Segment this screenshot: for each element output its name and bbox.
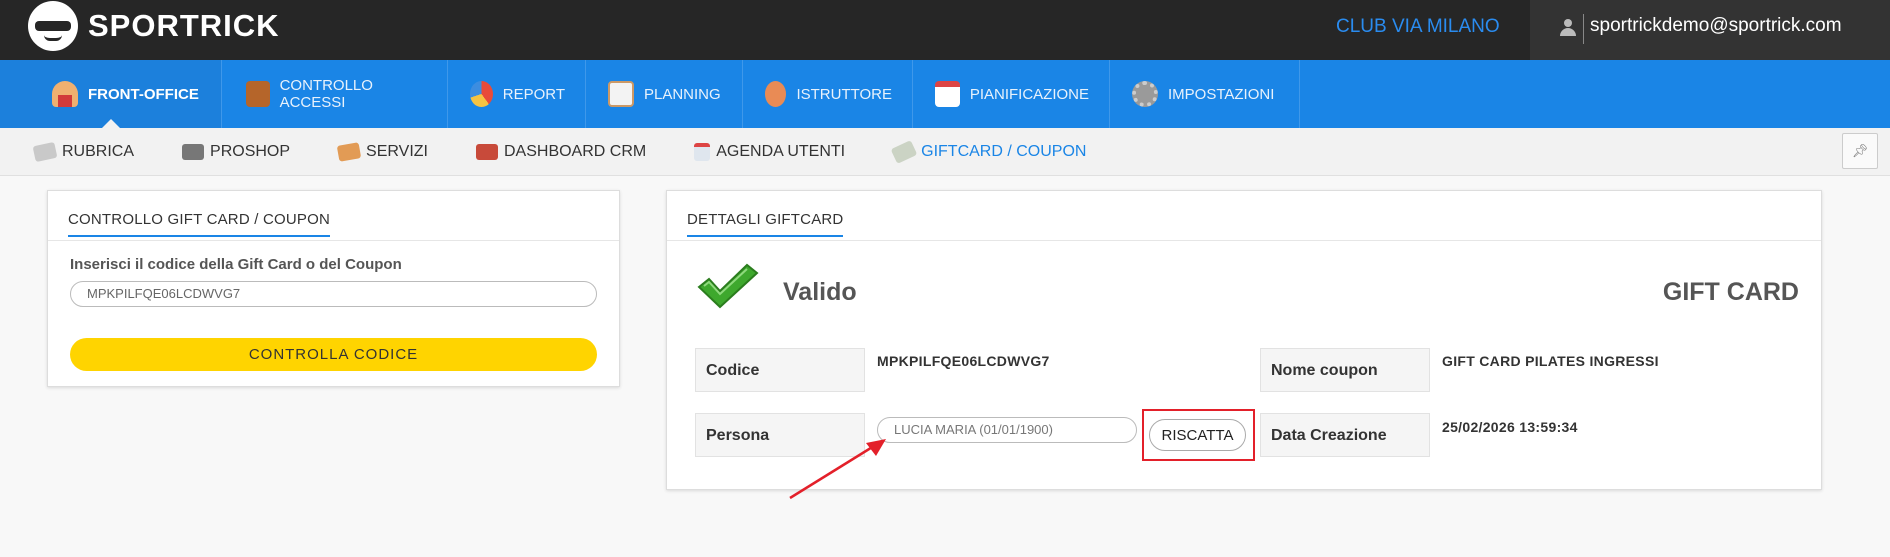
access-control-icon xyxy=(246,81,270,107)
nav-controllo-accessi-label: CONTROLLO ACCESSI xyxy=(279,77,373,111)
nav-impostazioni-label: IMPOSTAZIONI xyxy=(1168,85,1275,103)
nav-front-office[interactable]: FRONT-OFFICE xyxy=(0,60,222,129)
instructor-icon xyxy=(765,81,787,107)
agenda-icon xyxy=(694,142,711,161)
card-type: GIFT CARD xyxy=(1662,278,1799,306)
user-email: sportrickdemo@sportrick.com xyxy=(1590,15,1842,36)
code-label: Inserisci il codice della Gift Card o de… xyxy=(70,256,402,273)
giftcard-icon xyxy=(890,139,918,164)
subnav-agenda-utenti[interactable]: AGENDA UTENTI xyxy=(694,142,846,161)
data-creazione-label: Data Creazione xyxy=(1260,413,1430,457)
persona-input[interactable]: LUCIA MARIA (01/01/1900) xyxy=(877,417,1137,443)
top-bar: SPORTRICK CLUB VIA MILANO sportrickdemo@… xyxy=(0,0,1890,60)
address-book-icon xyxy=(32,141,58,162)
dashboard-icon xyxy=(475,143,498,160)
panel-header: CONTROLLO GIFT CARD / COUPON xyxy=(48,191,619,241)
user-menu[interactable]: sportrickdemo@sportrick.com xyxy=(1530,0,1890,60)
subnav-proshop-label: PROSHOP xyxy=(210,142,291,160)
data-creazione-value: 25/02/2026 13:59:34 xyxy=(1442,419,1578,435)
status-valid: Valido xyxy=(783,278,857,306)
nav-istruttore-label: ISTRUTTORE xyxy=(796,85,892,103)
schedule-calendar-icon xyxy=(935,81,960,107)
subnav-giftcard-coupon[interactable]: GIFTCARD / COUPON xyxy=(890,139,1087,164)
pie-chart-icon xyxy=(470,81,493,107)
nome-coupon-value: GIFT CARD PILATES INGRESSI xyxy=(1442,353,1659,369)
code-input[interactable]: MPKPILFQE06LCDWVG7 xyxy=(70,281,597,307)
subnav-dashboard-crm-label: DASHBOARD CRM xyxy=(503,142,647,160)
front-office-icon xyxy=(52,81,78,107)
brand-name: SPORTRICK xyxy=(88,8,280,43)
subnav-agenda-utenti-label: AGENDA UTENTI xyxy=(716,142,846,160)
codice-value: MPKPILFQE06LCDWVG7 xyxy=(877,353,1050,369)
panel-header: DETTAGLI GIFTCARD xyxy=(667,191,1821,241)
riscatta-button[interactable]: RISCATTA xyxy=(1149,419,1246,451)
panel-title: DETTAGLI GIFTCARD xyxy=(687,211,844,237)
nav-planning-label: PLANNING xyxy=(644,85,721,103)
pin-button[interactable]: 📌︎ xyxy=(1842,133,1878,169)
nav-report-label: REPORT xyxy=(502,85,565,103)
nav-controllo-accessi[interactable]: CONTROLLO ACCESSI xyxy=(222,60,448,128)
nav-impostazioni[interactable]: IMPOSTAZIONI xyxy=(1110,60,1300,128)
services-icon xyxy=(336,141,362,162)
nome-coupon-label: Nome coupon xyxy=(1260,348,1430,392)
subnav-giftcard-coupon-label: GIFTCARD / COUPON xyxy=(921,142,1087,160)
giftcard-check-panel: CONTROLLO GIFT CARD / COUPON Inserisci i… xyxy=(47,190,620,387)
gear-icon xyxy=(1132,81,1158,107)
nav-report[interactable]: REPORT xyxy=(448,60,586,128)
nav-pianificazione[interactable]: PIANIFICAZIONE xyxy=(913,60,1110,128)
logo[interactable]: SPORTRICK xyxy=(28,1,280,51)
annotation-arrow-icon xyxy=(789,439,886,500)
user-icon xyxy=(1560,19,1576,37)
sub-nav: RUBRICA PROSHOP SERVIZI DASHBOARD CRM AG… xyxy=(0,128,1890,176)
cash-register-icon xyxy=(182,143,205,160)
subnav-dashboard-crm[interactable]: DASHBOARD CRM xyxy=(475,142,647,161)
valid-check-icon xyxy=(697,263,759,309)
subnav-servizi-label: SERVIZI xyxy=(366,142,428,160)
main-nav: FRONT-OFFICE CONTROLLO ACCESSI REPORT PL… xyxy=(0,60,1890,129)
codice-label: Codice xyxy=(695,348,865,392)
panel-title: CONTROLLO GIFT CARD / COUPON xyxy=(68,211,331,237)
user-separator xyxy=(1583,14,1584,44)
nav-planning[interactable]: PLANNING xyxy=(586,60,743,128)
check-code-button[interactable]: CONTROLLA CODICE xyxy=(70,338,597,371)
riscatta-highlight: RISCATTA xyxy=(1142,409,1255,461)
pin-icon: 📌︎ xyxy=(1851,143,1869,158)
nav-front-office-label: FRONT-OFFICE xyxy=(88,85,199,103)
nav-pianificazione-label: PIANIFICAZIONE xyxy=(969,85,1089,103)
subnav-servizi[interactable]: SERVIZI xyxy=(336,141,428,162)
subnav-proshop[interactable]: PROSHOP xyxy=(182,143,290,161)
logo-mark-icon xyxy=(28,1,78,51)
planning-calendar-icon xyxy=(608,81,634,107)
subnav-rubrica-label: RUBRICA xyxy=(62,142,135,160)
subnav-rubrica[interactable]: RUBRICA xyxy=(32,141,135,162)
club-name[interactable]: CLUB VIA MILANO xyxy=(1336,16,1500,38)
nav-istruttore[interactable]: ISTRUTTORE xyxy=(743,60,913,128)
